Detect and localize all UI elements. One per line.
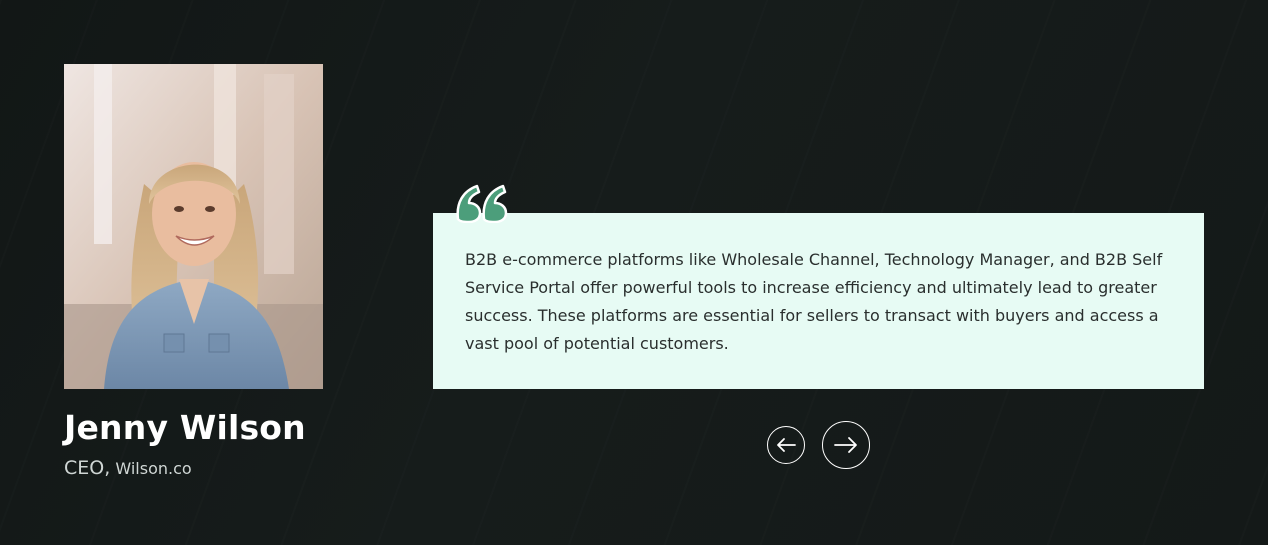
role-title: CEO,	[64, 457, 111, 479]
person-name: Jenny Wilson	[64, 408, 306, 447]
arrow-right-icon	[834, 437, 857, 453]
person-role: CEO, Wilson.co	[64, 455, 192, 482]
previous-button[interactable]	[767, 426, 805, 464]
next-button[interactable]	[822, 421, 870, 469]
portrait-image	[64, 64, 323, 389]
role-company: Wilson.co	[115, 459, 192, 478]
testimonial-quote-text: B2B e-commerce platforms like Wholesale …	[465, 250, 1163, 353]
testimonial-quote-box: B2B e-commerce platforms like Wholesale …	[433, 213, 1204, 389]
quote-icon	[456, 184, 508, 223]
arrow-left-icon	[777, 438, 796, 452]
profile-photo	[64, 64, 323, 389]
